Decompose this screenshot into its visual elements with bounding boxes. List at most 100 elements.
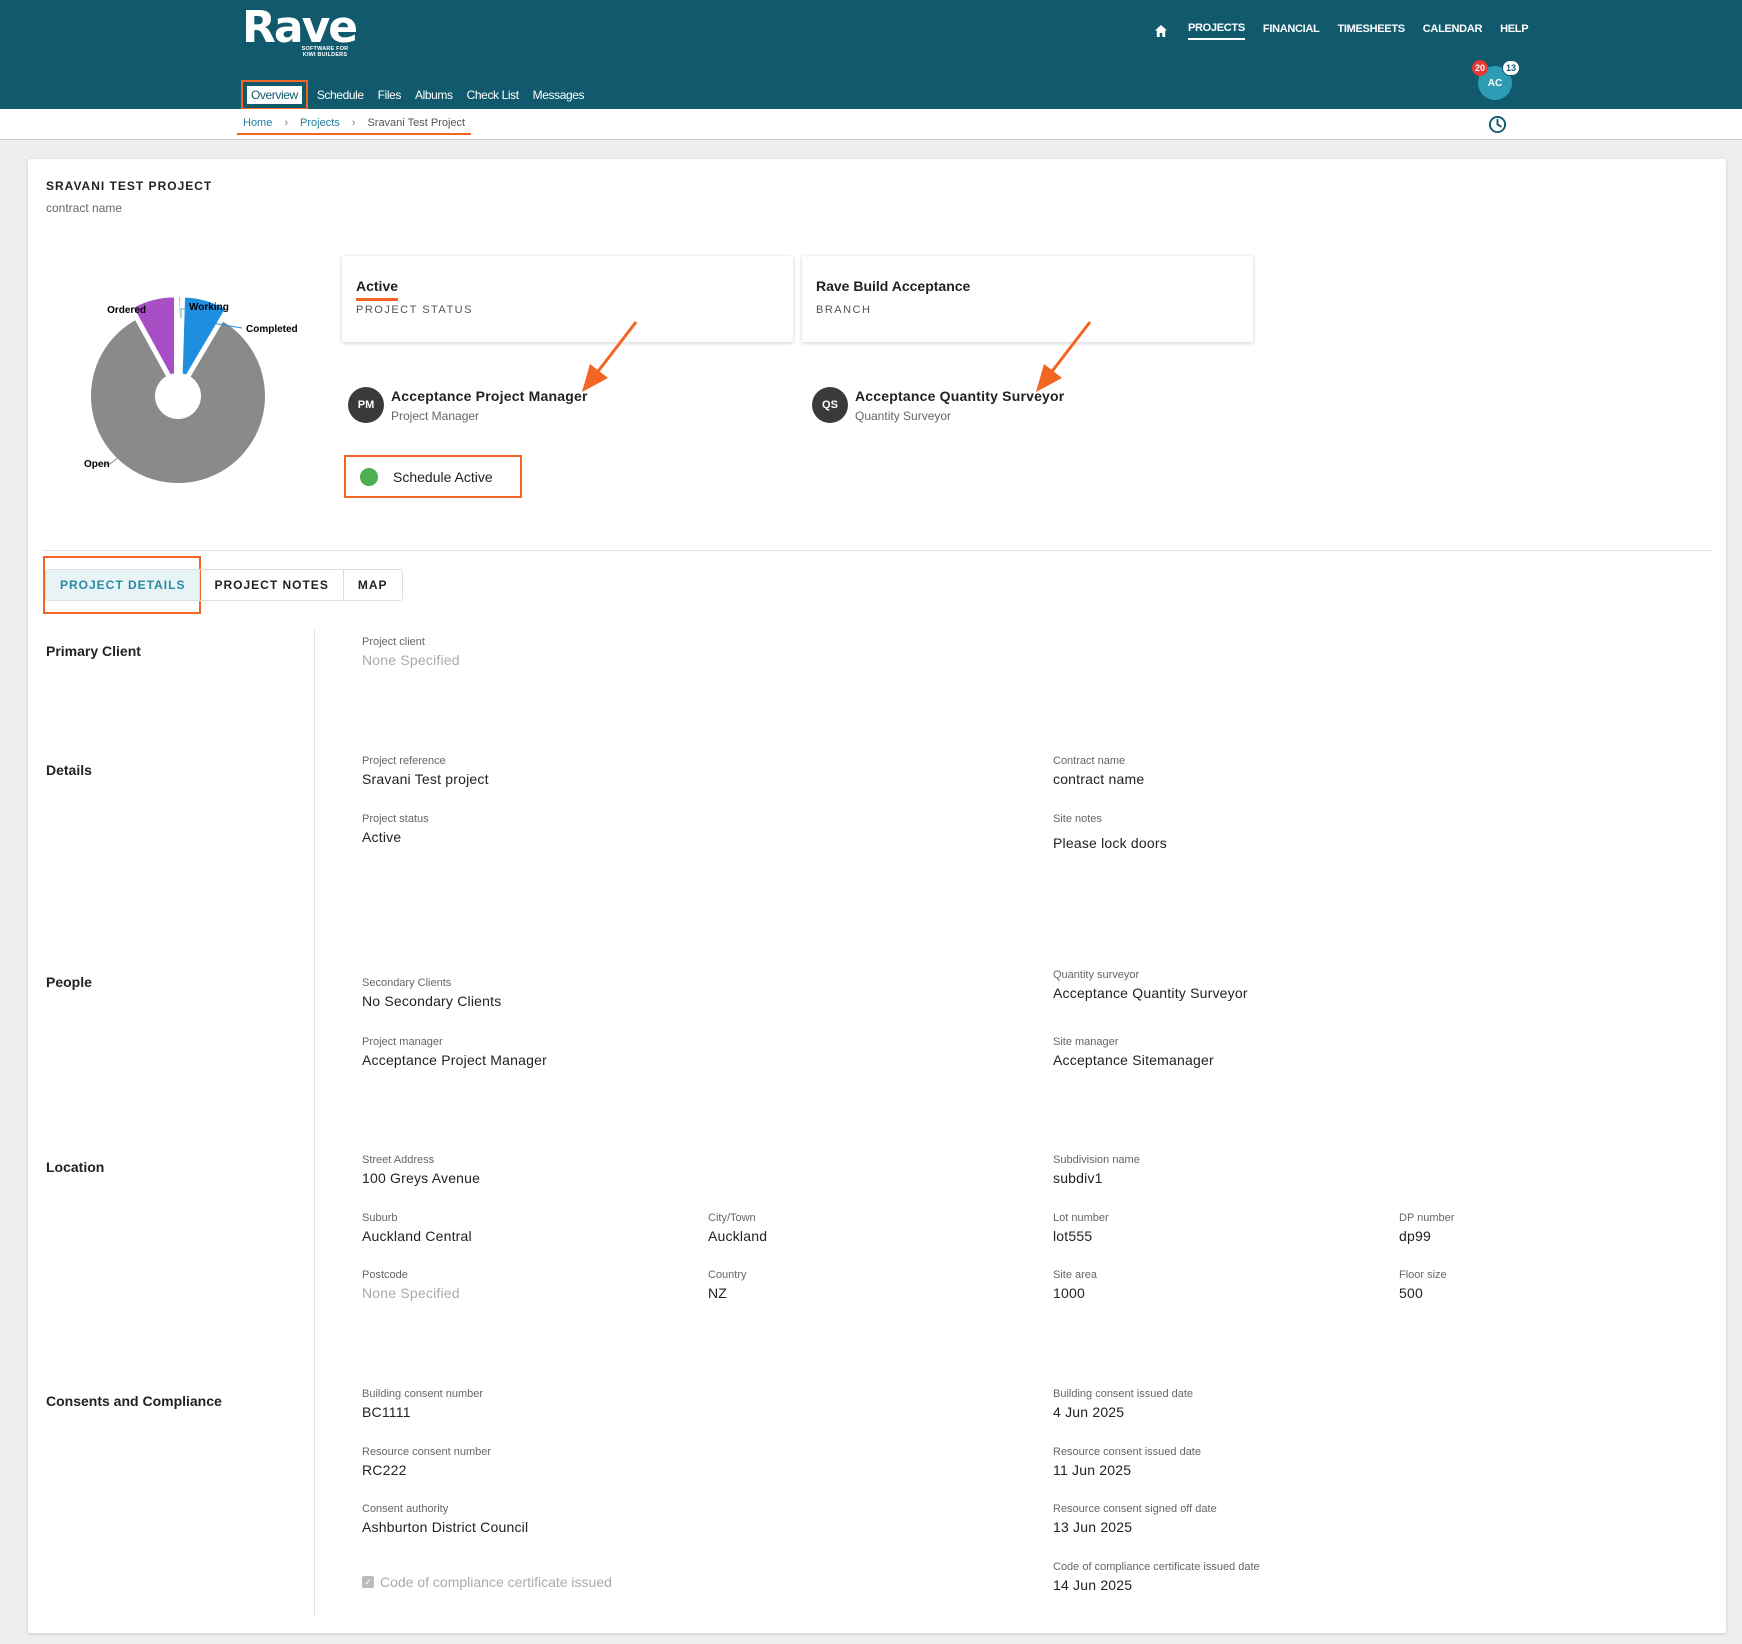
nav-timesheets[interactable]: TIMESHEETS <box>1337 23 1405 39</box>
ccc-issued-checkbox[interactable]: ✓ Code of compliance certificate issued <box>362 1574 612 1590</box>
subnav-overview[interactable]: Overview <box>241 80 308 110</box>
breadcrumb-projects[interactable]: Projects <box>300 117 340 129</box>
field-value: 14 Jun 2025 <box>1053 1577 1133 1593</box>
checkbox-label: Code of compliance certificate issued <box>380 1574 612 1590</box>
pie-label-completed: Completed <box>246 324 298 335</box>
field-value: NZ <box>708 1285 728 1301</box>
subnav-messages[interactable]: Messages <box>533 88 585 102</box>
project-status-tile: Active PROJECT STATUS <box>342 256 793 342</box>
field-ccc-date: Code of compliance certificate issued da… <box>1053 1561 1260 1593</box>
project-manager-contact[interactable]: PM Acceptance Project Manager Project Ma… <box>348 387 588 423</box>
field-label: Street Address <box>362 1154 435 1166</box>
tab-project-notes[interactable]: PROJECT NOTES <box>200 570 344 600</box>
field-value: Active <box>362 829 402 845</box>
field-street-address: Street Address 100 Greys Avenue <box>362 1154 480 1186</box>
field-label: Resource consent signed off date <box>1053 1503 1217 1515</box>
details-tabs: PROJECT DETAILS PROJECT NOTES MAP <box>45 569 403 601</box>
field-resource-signed-off: Resource consent signed off date 13 Jun … <box>1053 1503 1217 1535</box>
field-postcode: Postcode None Specified <box>362 1269 460 1301</box>
field-value: dp99 <box>1399 1228 1431 1244</box>
nav-projects[interactable]: PROJECTS <box>1188 22 1245 40</box>
field-city: City/Town Auckland <box>708 1212 767 1244</box>
annotation-arrow-icon <box>1036 321 1092 392</box>
pie-label-open: Open <box>84 459 110 470</box>
task-status-pie-chart: Ordered Working Completed Open <box>84 295 298 485</box>
subnav-files[interactable]: Files <box>378 88 402 102</box>
tab-map[interactable]: MAP <box>344 570 402 600</box>
main-nav: PROJECTS FINANCIAL TIMESHEETS CALENDAR H… <box>1154 22 1546 40</box>
breadcrumb-separator: › <box>351 117 356 129</box>
branch-value: Rave Build Acceptance <box>816 278 971 294</box>
pie-center-hole <box>155 373 201 419</box>
subnav-schedule[interactable]: Schedule <box>317 88 364 102</box>
home-icon[interactable] <box>1154 24 1168 38</box>
logo-wordmark: Rave <box>242 2 358 53</box>
field-label: DP number <box>1399 1212 1455 1224</box>
field-value: RC222 <box>362 1462 407 1478</box>
breadcrumb-bar: Home › Projects › Sravani Test Project <box>0 109 1742 140</box>
pm-name: Acceptance Project Manager <box>391 387 588 404</box>
messages-badge[interactable]: 13 <box>1502 60 1521 76</box>
field-label: Resource consent number <box>362 1446 492 1458</box>
column-divider <box>314 630 315 1615</box>
field-quantity-surveyor: Quantity surveyor Acceptance Quantity Su… <box>1053 969 1248 1001</box>
field-label: Project manager <box>362 1036 443 1048</box>
section-people: People <box>46 974 92 990</box>
history-clock-icon[interactable] <box>1488 115 1507 134</box>
field-value: Acceptance Quantity Surveyor <box>1053 985 1248 1001</box>
field-value: 1000 <box>1053 1285 1085 1301</box>
project-subtitle: contract name <box>46 201 123 215</box>
status-dot-icon <box>360 467 378 486</box>
pm-role: Project Manager <box>391 408 480 423</box>
pie-label-working: Working <box>189 302 229 313</box>
field-value: Acceptance Sitemanager <box>1053 1052 1214 1068</box>
field-subdivision-name: Subdivision name subdiv1 <box>1053 1154 1140 1186</box>
nav-help[interactable]: HELP <box>1500 23 1528 39</box>
field-label: Building consent number <box>362 1388 484 1400</box>
field-value: lot555 <box>1053 1228 1093 1244</box>
field-project-reference: Project reference Sravani Test project <box>362 755 489 787</box>
section-location: Location <box>46 1159 105 1175</box>
section-divider <box>43 550 1711 551</box>
field-value: None Specified <box>362 652 460 668</box>
project-subnav: Overview Schedule Files Albums Check Lis… <box>241 80 598 110</box>
nav-financial[interactable]: FINANCIAL <box>1263 23 1320 39</box>
field-label: Consent authority <box>362 1503 449 1515</box>
field-resource-consent-date: Resource consent issued date 11 Jun 2025 <box>1053 1446 1201 1478</box>
branch-label: BRANCH <box>816 304 872 316</box>
field-label: Subdivision name <box>1053 1154 1140 1166</box>
tab-project-details[interactable]: PROJECT DETAILS <box>46 570 201 600</box>
alerts-badge[interactable]: 20 <box>1472 60 1489 76</box>
breadcrumb-home[interactable]: Home <box>243 117 272 129</box>
field-value: 13 Jun 2025 <box>1053 1519 1133 1535</box>
subnav-albums[interactable]: Albums <box>415 88 453 102</box>
project-title: SRAVANI TEST PROJECT <box>46 179 213 193</box>
field-label: Project client <box>362 636 425 648</box>
quantity-surveyor-contact[interactable]: QS Acceptance Quantity Surveyor Quantity… <box>812 387 1064 423</box>
rave-logo[interactable]: Rave SOFTWARE FOR KIWI BUILDERS <box>242 2 358 59</box>
nav-calendar[interactable]: CALENDAR <box>1423 23 1483 39</box>
checkbox-checked-icon: ✓ <box>362 1576 374 1588</box>
field-value: BC1111 <box>362 1404 411 1420</box>
field-resource-consent-number: Resource consent number RC222 <box>362 1446 491 1478</box>
field-value: 500 <box>1399 1285 1423 1301</box>
section-details: Details <box>46 762 92 778</box>
schedule-status-text: Schedule Active <box>393 468 493 485</box>
qs-role: Quantity Surveyor <box>855 408 952 423</box>
qs-name: Acceptance Quantity Surveyor <box>855 387 1065 404</box>
project-overview-card: SRAVANI TEST PROJECT contract name Order… <box>28 159 1726 1633</box>
field-suburb: Suburb Auckland Central <box>362 1212 472 1244</box>
top-app-bar: Rave SOFTWARE FOR KIWI BUILDERS PROJECTS… <box>0 0 1742 110</box>
field-project-manager: Project manager Acceptance Project Manag… <box>362 1036 547 1068</box>
field-label: Project reference <box>362 755 446 767</box>
annotation-arrow-icon <box>582 321 638 392</box>
breadcrumb-current: Sravani Test Project <box>367 117 466 129</box>
section-primary-client: Primary Client <box>46 643 141 659</box>
field-consent-authority: Consent authority Ashburton District Cou… <box>362 1503 528 1535</box>
subnav-checklist[interactable]: Check List <box>467 88 519 102</box>
field-value: Auckland Central <box>362 1228 472 1244</box>
logo-tagline: SOFTWARE FOR KIWI BUILDERS <box>301 46 349 58</box>
field-label: City/Town <box>708 1212 756 1224</box>
breadcrumb-separator: › <box>284 117 289 129</box>
field-site-manager: Site manager Acceptance Sitemanager <box>1053 1036 1214 1068</box>
